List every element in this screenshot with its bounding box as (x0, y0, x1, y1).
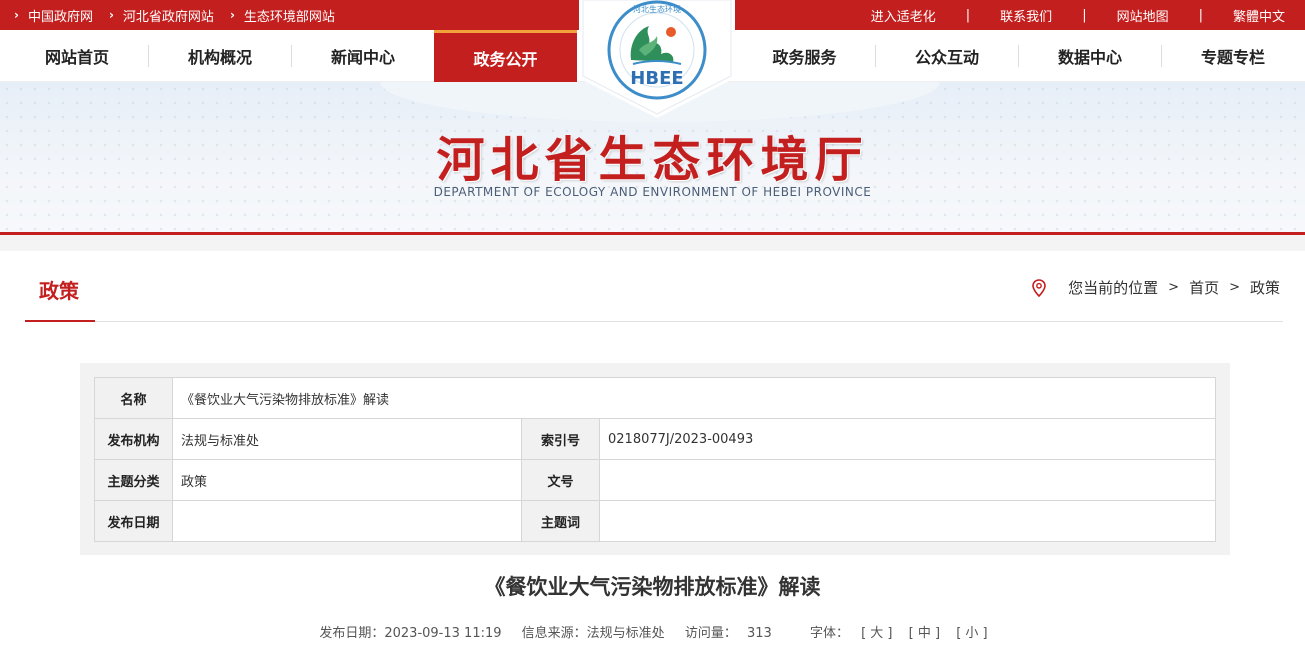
keyword-value (599, 500, 1216, 542)
link-mee[interactable]: › 生态环境部网站 (230, 6, 335, 25)
link-contact[interactable]: 联系我们 (1000, 6, 1052, 25)
nav-home[interactable]: 网站首页 (6, 30, 148, 82)
index-label: 索引号 (521, 418, 600, 460)
table-row: 主题分类 政策 文号 (94, 459, 1216, 501)
table-row: 名称 《餐饮业大气污染物排放标准》解读 (94, 377, 1216, 419)
breadcrumb: 您当前的位置 > 首页 > 政策 (1032, 277, 1280, 298)
view-count-label: 访问量： (684, 626, 737, 641)
publish-date: 发布日期：2023-09-13 11:19 (319, 626, 502, 641)
link-traditional-chinese[interactable]: 繁體中文 (1233, 6, 1285, 25)
metadata-table: 名称 《餐饮业大气污染物排放标准》解读 发布机构 法规与标准处 索引号 0218… (94, 377, 1216, 542)
external-links: › 中国政府网 › 河北省政府网站 › 生态环境部网站 (14, 0, 351, 30)
breadcrumb-separator: > (1168, 280, 1180, 295)
separator: | (1198, 7, 1203, 23)
keyword-label: 主题词 (521, 500, 600, 542)
link-label: 河北省政府网站 (122, 9, 214, 25)
link-elderly-mode[interactable]: 进入适老化 (871, 6, 936, 25)
breadcrumb-separator: > (1229, 280, 1240, 295)
breadcrumb-current[interactable]: 政策 (1250, 277, 1280, 298)
article-info: 发布日期：2023-09-13 11:19 信息来源：法规与标准处 访问量： 3… (5, 622, 1300, 641)
chevron-right-icon: › (229, 8, 235, 22)
font-small-button[interactable]: [ 小 ] (956, 626, 987, 641)
view-count: 访问量： 313 (685, 626, 772, 641)
site-logo[interactable]: HBEE 河北生态环境 (579, 0, 735, 118)
separator: | (1082, 7, 1087, 23)
org-label: 发布机构 (94, 418, 173, 460)
nav-topics[interactable]: 专题专栏 (1162, 30, 1304, 82)
article-title: 《餐饮业大气污染物排放标准》解读 (484, 575, 821, 599)
metadata-panel: 名称 《餐饮业大气污染物排放标准》解读 发布机构 法规与标准处 索引号 0218… (80, 363, 1230, 555)
nav-news[interactable]: 新闻中心 (292, 30, 434, 82)
chevron-right-icon: › (14, 8, 19, 22)
breadcrumb-prefix: 您当前的位置 (1068, 279, 1159, 297)
breadcrumb-home[interactable]: 首页 (1189, 277, 1219, 298)
index-value: 0218077J/2023-00493 (599, 418, 1216, 460)
site-title: 河北省生态环境厅 (436, 132, 869, 188)
date-value (172, 500, 522, 542)
link-gov-cn[interactable]: › 中国政府网 (14, 6, 93, 25)
table-row: 发布机构 法规与标准处 索引号 0218077J/2023-00493 (94, 418, 1216, 460)
section-title: 政策 (39, 279, 79, 303)
nav-services[interactable]: 政务服务 (734, 30, 875, 82)
nav-about[interactable]: 机构概况 (149, 30, 291, 82)
section-title-underline (25, 320, 95, 322)
svg-text:河北生态环境: 河北生态环境 (633, 4, 681, 14)
link-label: 生态环境部网站 (243, 9, 335, 25)
font-size-label: 字体： (809, 626, 849, 641)
nav-gov-affairs[interactable]: 政务公开 (434, 30, 577, 82)
chevron-right-icon: › (108, 8, 114, 22)
logo-emblem-icon: HBEE 河北生态环境 (579, 0, 735, 118)
name-value: 《餐饮业大气污染物排放标准》解读 (172, 377, 1216, 419)
topic-value: 政策 (172, 459, 522, 501)
nav-interaction[interactable]: 公众互动 (876, 30, 1018, 82)
org-value: 法规与标准处 (172, 418, 522, 460)
nav-data-center[interactable]: 数据中心 (1019, 30, 1161, 82)
main-content: 政策 您当前的位置 > 首页 > 政策 名称 《餐饮业大气污染物排放标准》解读 … (5, 251, 1300, 649)
banner-gap (0, 235, 1305, 251)
info-source: 信息来源：法规与标准处 (521, 626, 665, 641)
table-row: 发布日期 主题词 (94, 500, 1216, 542)
link-label: 中国政府网 (27, 9, 93, 25)
font-medium-button[interactable]: [ 中 ] (909, 626, 940, 641)
utility-links: 进入适老化 | 联系我们 | 网站地图 | 繁體中文 (871, 0, 1285, 30)
docno-value (599, 459, 1216, 501)
name-label: 名称 (94, 377, 173, 419)
section-divider (25, 321, 1283, 322)
svg-text:HBEE: HBEE (630, 68, 683, 89)
site-subtitle: DEPARTMENT OF ECOLOGY AND ENVIRONMENT OF… (433, 185, 872, 199)
date-label: 发布日期 (94, 500, 173, 542)
separator: | (965, 7, 971, 23)
link-hebei-gov[interactable]: › 河北省政府网站 (109, 6, 214, 25)
topic-label: 主题分类 (94, 459, 173, 501)
docno-label: 文号 (521, 459, 600, 501)
view-count-value: 313 (746, 626, 772, 641)
location-pin-icon (1032, 278, 1046, 297)
link-sitemap[interactable]: 网站地图 (1117, 6, 1169, 25)
font-large-button[interactable]: [ 大 ] (861, 626, 892, 641)
